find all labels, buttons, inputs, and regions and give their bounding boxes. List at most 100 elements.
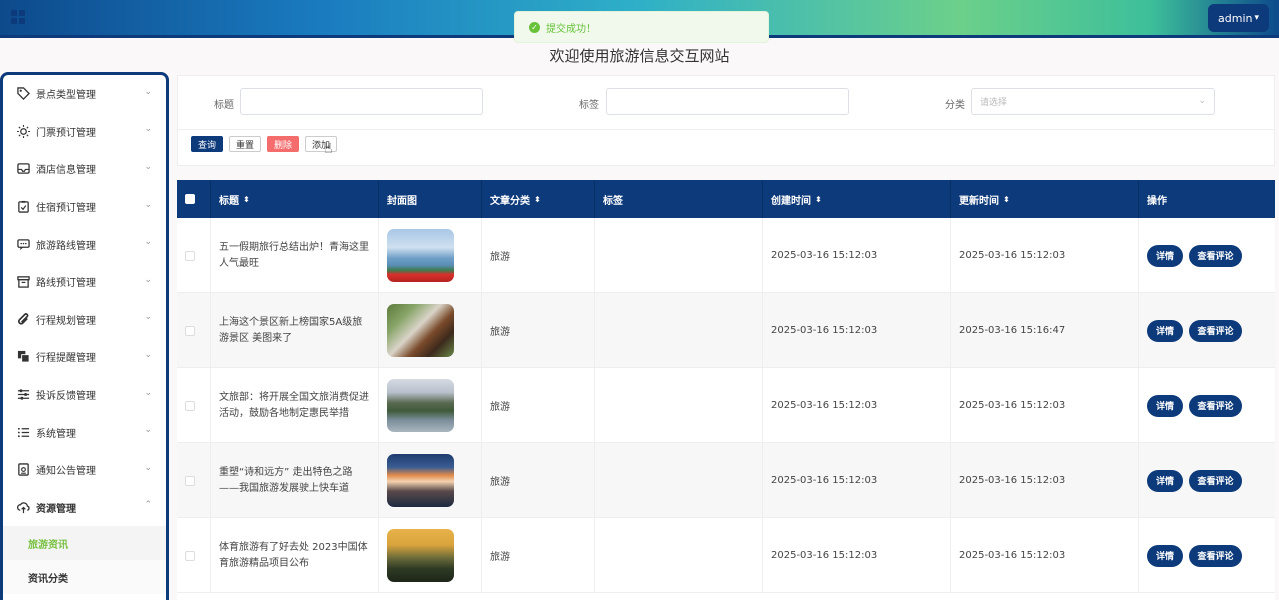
chevron-down-icon: ⌄	[144, 312, 152, 323]
view-comments-button[interactable]: 查看评论	[1189, 244, 1242, 267]
sidebar-item-label: 投诉反馈管理	[36, 391, 96, 403]
column-header-updated-label: 更新时间	[959, 195, 999, 207]
title-filter-input[interactable]	[240, 88, 483, 115]
sidebar-item-label: 路线预订管理	[36, 278, 96, 290]
row-title: 五一假期旅行总结出炉！青海这里人气最旺	[211, 218, 379, 293]
table-row[interactable]: 体育旅游有了好去处 2023中国体育旅游精品项目公布 旅游 2025-03-16…	[177, 518, 1275, 593]
row-checkbox[interactable]	[185, 400, 195, 411]
sort-icon[interactable]: ⬍	[534, 195, 541, 204]
sidebar-item[interactable]: 行程提醒管理 ⌄	[3, 338, 166, 376]
sidebar-item[interactable]: 资源管理 ⌃	[3, 489, 166, 527]
view-comments-button[interactable]: 查看评论	[1189, 319, 1242, 342]
sidebar-item[interactable]: 系统管理 ⌄	[3, 413, 166, 451]
row-actions: 详情 查看评论	[1139, 443, 1275, 518]
table-row[interactable]: 文旅部：将开展全国文旅消费促进活动，鼓励各地制定惠民举措 旅游 2025-03-…	[177, 368, 1275, 443]
divider	[178, 129, 1274, 130]
sidebar-item-label: 行程规划管理	[36, 315, 96, 327]
paperclip-icon	[16, 312, 30, 326]
column-header-category[interactable]: 文章分类 ⬍	[482, 180, 595, 218]
detail-button[interactable]: 详情	[1147, 244, 1183, 267]
row-cover-cell	[379, 518, 482, 593]
row-created: 2025-03-16 15:12:03	[763, 293, 951, 368]
category-select[interactable]: 请选择 ⌄	[971, 88, 1215, 115]
column-header-actions-label: 操作	[1147, 195, 1167, 207]
table-row[interactable]: 五一假期旅行总结出炉！青海这里人气最旺 旅游 2025-03-16 15:12:…	[177, 218, 1275, 293]
sidebar-item[interactable]: 行程规划管理 ⌄	[3, 301, 166, 339]
cover-image[interactable]	[387, 379, 454, 432]
sidebar-subitem[interactable]: 旅游资讯	[3, 526, 166, 561]
sidebar-item[interactable]: 旅游路线管理 ⌄	[3, 225, 166, 263]
cover-image[interactable]	[387, 229, 454, 282]
check-circle-icon: ✓	[529, 21, 540, 33]
detail-button[interactable]: 详情	[1147, 544, 1183, 567]
column-header-actions: 操作	[1139, 180, 1275, 218]
row-cover-cell	[379, 443, 482, 518]
row-checkbox-cell	[177, 443, 211, 518]
sort-icon[interactable]: ⬍	[1003, 195, 1010, 204]
row-checkbox[interactable]	[185, 325, 195, 336]
sidebar-item-label: 行程提醒管理	[36, 353, 96, 365]
chevron-down-icon: ⌄	[144, 387, 152, 398]
chevron-down-icon: ⌄	[144, 274, 152, 285]
sidebar-item-label: 系统管理	[36, 428, 76, 440]
detail-button[interactable]: 详情	[1147, 319, 1183, 342]
chat-icon	[16, 237, 30, 251]
sidebar-item[interactable]: 门票预订管理 ⌄	[3, 113, 166, 151]
cover-image[interactable]	[387, 304, 454, 357]
sidebar-item[interactable]: 景点类型管理 ⌄	[3, 75, 166, 113]
sidebar-item[interactable]: 住宿预订管理 ⌄	[3, 188, 166, 226]
row-created: 2025-03-16 15:12:03	[763, 443, 951, 518]
row-checkbox-cell	[177, 368, 211, 443]
row-tags	[595, 368, 763, 443]
row-cover-cell	[379, 293, 482, 368]
row-checkbox-cell	[177, 218, 211, 293]
search-panel: 标题 标签 分类 请选择 ⌄ 查询 重置 删除 添加	[177, 75, 1275, 166]
sidebar-item-label: 住宿预订管理	[36, 203, 96, 215]
category-select-placeholder: 请选择	[980, 98, 1008, 108]
grid-menu-icon[interactable]	[11, 10, 25, 24]
view-comments-button[interactable]: 查看评论	[1189, 469, 1242, 492]
chevron-down-icon: ⌄	[144, 86, 152, 97]
row-title: 文旅部：将开展全国文旅消费促进活动，鼓励各地制定惠民举措	[211, 368, 379, 443]
sliders-icon	[16, 388, 30, 402]
sort-icon[interactable]: ⬍	[815, 195, 822, 204]
sidebar-item[interactable]: 通知公告管理 ⌄	[3, 451, 166, 489]
view-comments-button[interactable]: 查看评论	[1189, 394, 1242, 417]
view-comments-button[interactable]: 查看评论	[1189, 544, 1242, 567]
sidebar-item[interactable]: 酒店信息管理 ⌄	[3, 150, 166, 188]
row-cover-cell	[379, 218, 482, 293]
detail-button[interactable]: 详情	[1147, 394, 1183, 417]
sort-icon[interactable]: ⬍	[243, 195, 250, 204]
column-header-title[interactable]: 标题 ⬍	[211, 180, 379, 218]
row-checkbox[interactable]	[185, 250, 195, 261]
row-checkbox[interactable]	[185, 550, 195, 561]
detail-button[interactable]: 详情	[1147, 469, 1183, 492]
news-table: 标题 ⬍ 封面图 文章分类 ⬍ 标签 创建时间 ⬍ 更新时间 ⬍ 操作 五一假期旅行总结…	[177, 180, 1275, 600]
query-button[interactable]: 查询	[191, 136, 224, 152]
user-menu-button[interactable]: admin ▾	[1208, 4, 1269, 32]
row-actions: 详情 查看评论	[1139, 368, 1275, 443]
table-row[interactable]: 重塑“诗和远方” 走出特色之路——我国旅游发展驶上快车道 旅游 2025-03-…	[177, 443, 1275, 518]
sidebar-subitem[interactable]: 资讯分类	[3, 560, 166, 595]
chevron-down-icon: ⌄	[144, 124, 152, 135]
reset-button[interactable]: 重置	[229, 136, 262, 152]
column-header-updated[interactable]: 更新时间 ⬍	[951, 180, 1139, 218]
table-row[interactable]: 上海这个景区新上榜国家5A级旅游景区 美图来了 旅游 2025-03-16 15…	[177, 293, 1275, 368]
row-title: 上海这个景区新上榜国家5A级旅游景区 美图来了	[211, 293, 379, 368]
cover-image[interactable]	[387, 529, 454, 582]
delete-button[interactable]: 删除	[267, 136, 300, 152]
tag-filter-input[interactable]	[606, 88, 849, 115]
row-checkbox[interactable]	[185, 475, 195, 486]
column-header-cover-label: 封面图	[387, 195, 417, 207]
sidebar-item-label: 酒店信息管理	[36, 165, 96, 177]
column-header-created[interactable]: 创建时间 ⬍	[763, 180, 951, 218]
cover-image[interactable]	[387, 454, 454, 507]
sidebar-item[interactable]: 投诉反馈管理 ⌄	[3, 376, 166, 414]
select-all-checkbox[interactable]	[185, 194, 195, 204]
column-header-created-label: 创建时间	[771, 195, 811, 207]
page-title: 欢迎使用旅游信息交互网站	[549, 47, 730, 65]
row-cover-cell	[379, 368, 482, 443]
column-header-tags: 标签	[595, 180, 763, 218]
select-all-checkbox-cell[interactable]	[177, 180, 211, 218]
sidebar-item[interactable]: 路线预订管理 ⌄	[3, 263, 166, 301]
